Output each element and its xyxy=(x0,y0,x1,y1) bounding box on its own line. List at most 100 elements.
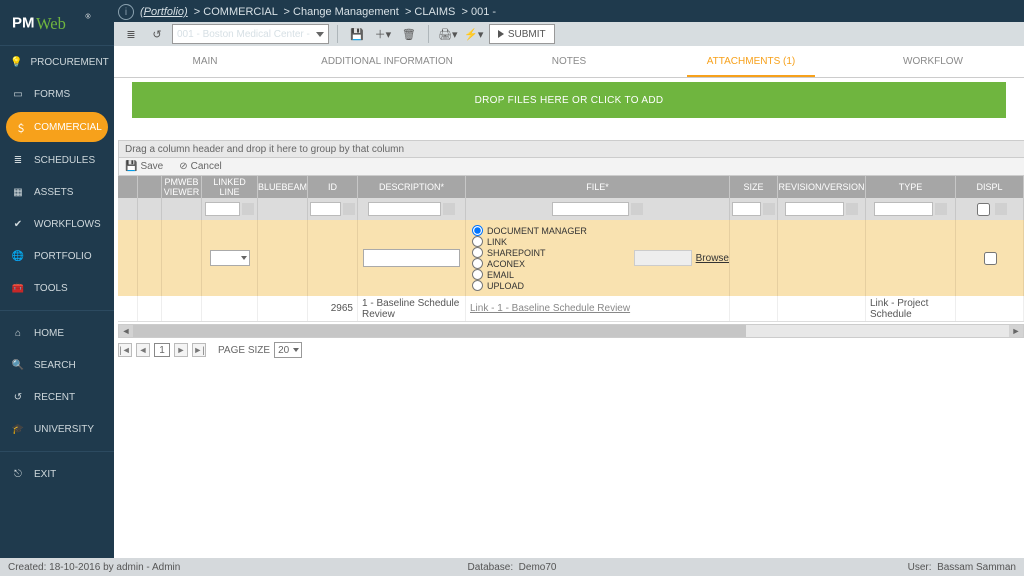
filter-icon[interactable] xyxy=(242,203,254,215)
filter-rev[interactable] xyxy=(778,198,866,220)
row-cancel-button[interactable]: ⊘ Cancel xyxy=(179,161,222,172)
file-dropzone[interactable]: DROP FILES HERE OR CLICK TO ADD xyxy=(132,82,1006,118)
radio-email[interactable] xyxy=(472,269,483,280)
breadcrumb-l3[interactable]: CLAIMS xyxy=(414,6,455,18)
action-icon[interactable]: ⚡▾ xyxy=(463,24,485,44)
cell-checkbox[interactable] xyxy=(138,220,162,296)
tab-attachments[interactable]: ATTACHMENTS (1) xyxy=(660,46,842,77)
filter-input[interactable] xyxy=(310,202,341,216)
opt-aconex[interactable]: ACONEX xyxy=(472,258,628,269)
filter-icon[interactable] xyxy=(443,203,455,215)
filter-input[interactable] xyxy=(785,202,843,216)
cell-expand[interactable] xyxy=(118,296,138,321)
filter-input[interactable] xyxy=(732,202,761,216)
cell-file-link[interactable]: Link - 1 - Baseline Schedule Review xyxy=(466,296,730,321)
group-by-header[interactable]: Drag a column header and drop it here to… xyxy=(118,140,1024,158)
radio-sharepoint[interactable] xyxy=(472,247,483,258)
sidenav-university[interactable]: 🎓UNIVERSITY xyxy=(0,413,114,445)
col-pmweb-viewer[interactable]: PMWEB VIEWER xyxy=(162,176,202,198)
pager-last-button[interactable]: ►| xyxy=(192,343,206,357)
col-description[interactable]: DESCRIPTION* xyxy=(358,176,466,198)
scroll-track[interactable] xyxy=(133,325,1009,337)
opt-document-manager[interactable]: DOCUMENT MANAGER xyxy=(472,225,628,236)
opt-sharepoint[interactable]: SHAREPOINT xyxy=(472,247,628,258)
radio-aconex[interactable] xyxy=(472,258,483,269)
col-revision[interactable]: REVISION/VERSION xyxy=(778,176,866,198)
pager-next-button[interactable]: ► xyxy=(174,343,188,357)
info-icon[interactable]: i xyxy=(118,4,134,20)
submit-button[interactable]: SUBMIT xyxy=(489,24,555,44)
project-select[interactable]: 001 - Boston Medical Center - xyxy=(172,24,329,44)
breadcrumb-l1[interactable]: COMMERCIAL xyxy=(203,6,277,18)
opt-email[interactable]: EMAIL xyxy=(472,269,628,280)
col-bluebeam[interactable]: BLUEBEAM xyxy=(258,176,308,198)
history-icon[interactable]: ↺ xyxy=(146,24,168,44)
sidenav-recent[interactable]: ↺RECENT xyxy=(0,381,114,413)
filter-id[interactable] xyxy=(308,198,358,220)
filter-disp[interactable] xyxy=(956,198,1024,220)
linked-line-select[interactable] xyxy=(210,250,250,266)
filter-input[interactable] xyxy=(552,202,630,216)
breadcrumb-portfolio[interactable]: (Portfolio) xyxy=(140,6,188,18)
description-input[interactable] xyxy=(363,249,459,267)
filter-type[interactable] xyxy=(866,198,956,220)
cell-disp[interactable] xyxy=(956,220,1024,296)
tab-main[interactable]: MAIN xyxy=(114,46,296,77)
sidenav-home[interactable]: ⌂HOME xyxy=(0,317,114,349)
sidenav-portfolio[interactable]: 🌐PORTFOLIO xyxy=(0,240,114,272)
filter-icon[interactable] xyxy=(935,203,947,215)
sidenav-schedules[interactable]: ≣SCHEDULES xyxy=(0,144,114,176)
row-save-button[interactable]: 💾 Save xyxy=(125,161,163,172)
page-size-select[interactable]: 20 xyxy=(274,342,302,358)
sidenav-procurement[interactable]: 💡PROCUREMENT xyxy=(0,46,114,78)
pager-first-button[interactable]: |◄ xyxy=(118,343,132,357)
col-size[interactable]: SIZE xyxy=(730,176,778,198)
add-icon[interactable]: ＋▾ xyxy=(372,24,394,44)
filter-input[interactable] xyxy=(368,202,440,216)
opt-upload[interactable]: UPLOAD xyxy=(472,280,628,291)
file-path-box[interactable] xyxy=(634,250,692,266)
filter-checkbox-input[interactable] xyxy=(977,203,990,216)
breadcrumb-l2[interactable]: Change Management xyxy=(293,6,399,18)
sidenav-search[interactable]: 🔍SEARCH xyxy=(0,349,114,381)
tab-additional[interactable]: ADDITIONAL INFORMATION xyxy=(296,46,478,77)
sidenav-exit[interactable]: ⎋EXIT xyxy=(0,458,114,490)
filter-input[interactable] xyxy=(205,202,241,216)
radio-upload[interactable] xyxy=(472,280,483,291)
breadcrumb-l4[interactable]: 001 - xyxy=(471,6,496,18)
cell-desc[interactable] xyxy=(358,220,466,296)
sidenav-tools[interactable]: 🧰TOOLS xyxy=(0,272,114,304)
col-type[interactable]: TYPE xyxy=(866,176,956,198)
browse-link[interactable]: Browse xyxy=(696,253,729,264)
col-file[interactable]: FILE* xyxy=(466,176,730,198)
horizontal-scrollbar[interactable]: ◄ ► xyxy=(118,324,1024,338)
sidenav-forms[interactable]: ▭FORMS xyxy=(0,78,114,110)
pager-prev-button[interactable]: ◄ xyxy=(136,343,150,357)
menu-icon[interactable]: ≣ xyxy=(120,24,142,44)
filter-line[interactable] xyxy=(202,198,258,220)
cell-line[interactable] xyxy=(202,220,258,296)
filter-icon[interactable] xyxy=(846,203,858,215)
tab-notes[interactable]: NOTES xyxy=(478,46,660,77)
tab-workflow[interactable]: WORKFLOW xyxy=(842,46,1024,77)
sidenav-assets[interactable]: ▦ASSETS xyxy=(0,176,114,208)
sidenav-workflows[interactable]: ✔WORKFLOWS xyxy=(0,208,114,240)
filter-desc[interactable] xyxy=(358,198,466,220)
radio-link[interactable] xyxy=(472,236,483,247)
grid-data-row[interactable]: 2965 1 - Baseline Schedule Review Link -… xyxy=(118,296,1024,322)
scroll-thumb[interactable] xyxy=(133,325,746,337)
filter-icon[interactable] xyxy=(995,203,1007,215)
col-linked-line[interactable]: LINKED LINE xyxy=(202,176,258,198)
display-checkbox[interactable] xyxy=(984,252,997,265)
delete-icon[interactable]: 🗑 xyxy=(398,24,420,44)
filter-size[interactable] xyxy=(730,198,778,220)
filter-file[interactable] xyxy=(466,198,730,220)
col-display[interactable]: DISPL xyxy=(956,176,1024,198)
filter-input[interactable] xyxy=(874,202,934,216)
opt-link[interactable]: LINK xyxy=(472,236,628,247)
filter-icon[interactable] xyxy=(343,203,355,215)
cell-expand[interactable] xyxy=(118,220,138,296)
scroll-right-icon[interactable]: ► xyxy=(1009,325,1023,337)
sidenav-commercial[interactable]: ＄COMMERCIAL xyxy=(6,112,108,142)
save-icon[interactable]: 💾 xyxy=(346,24,368,44)
